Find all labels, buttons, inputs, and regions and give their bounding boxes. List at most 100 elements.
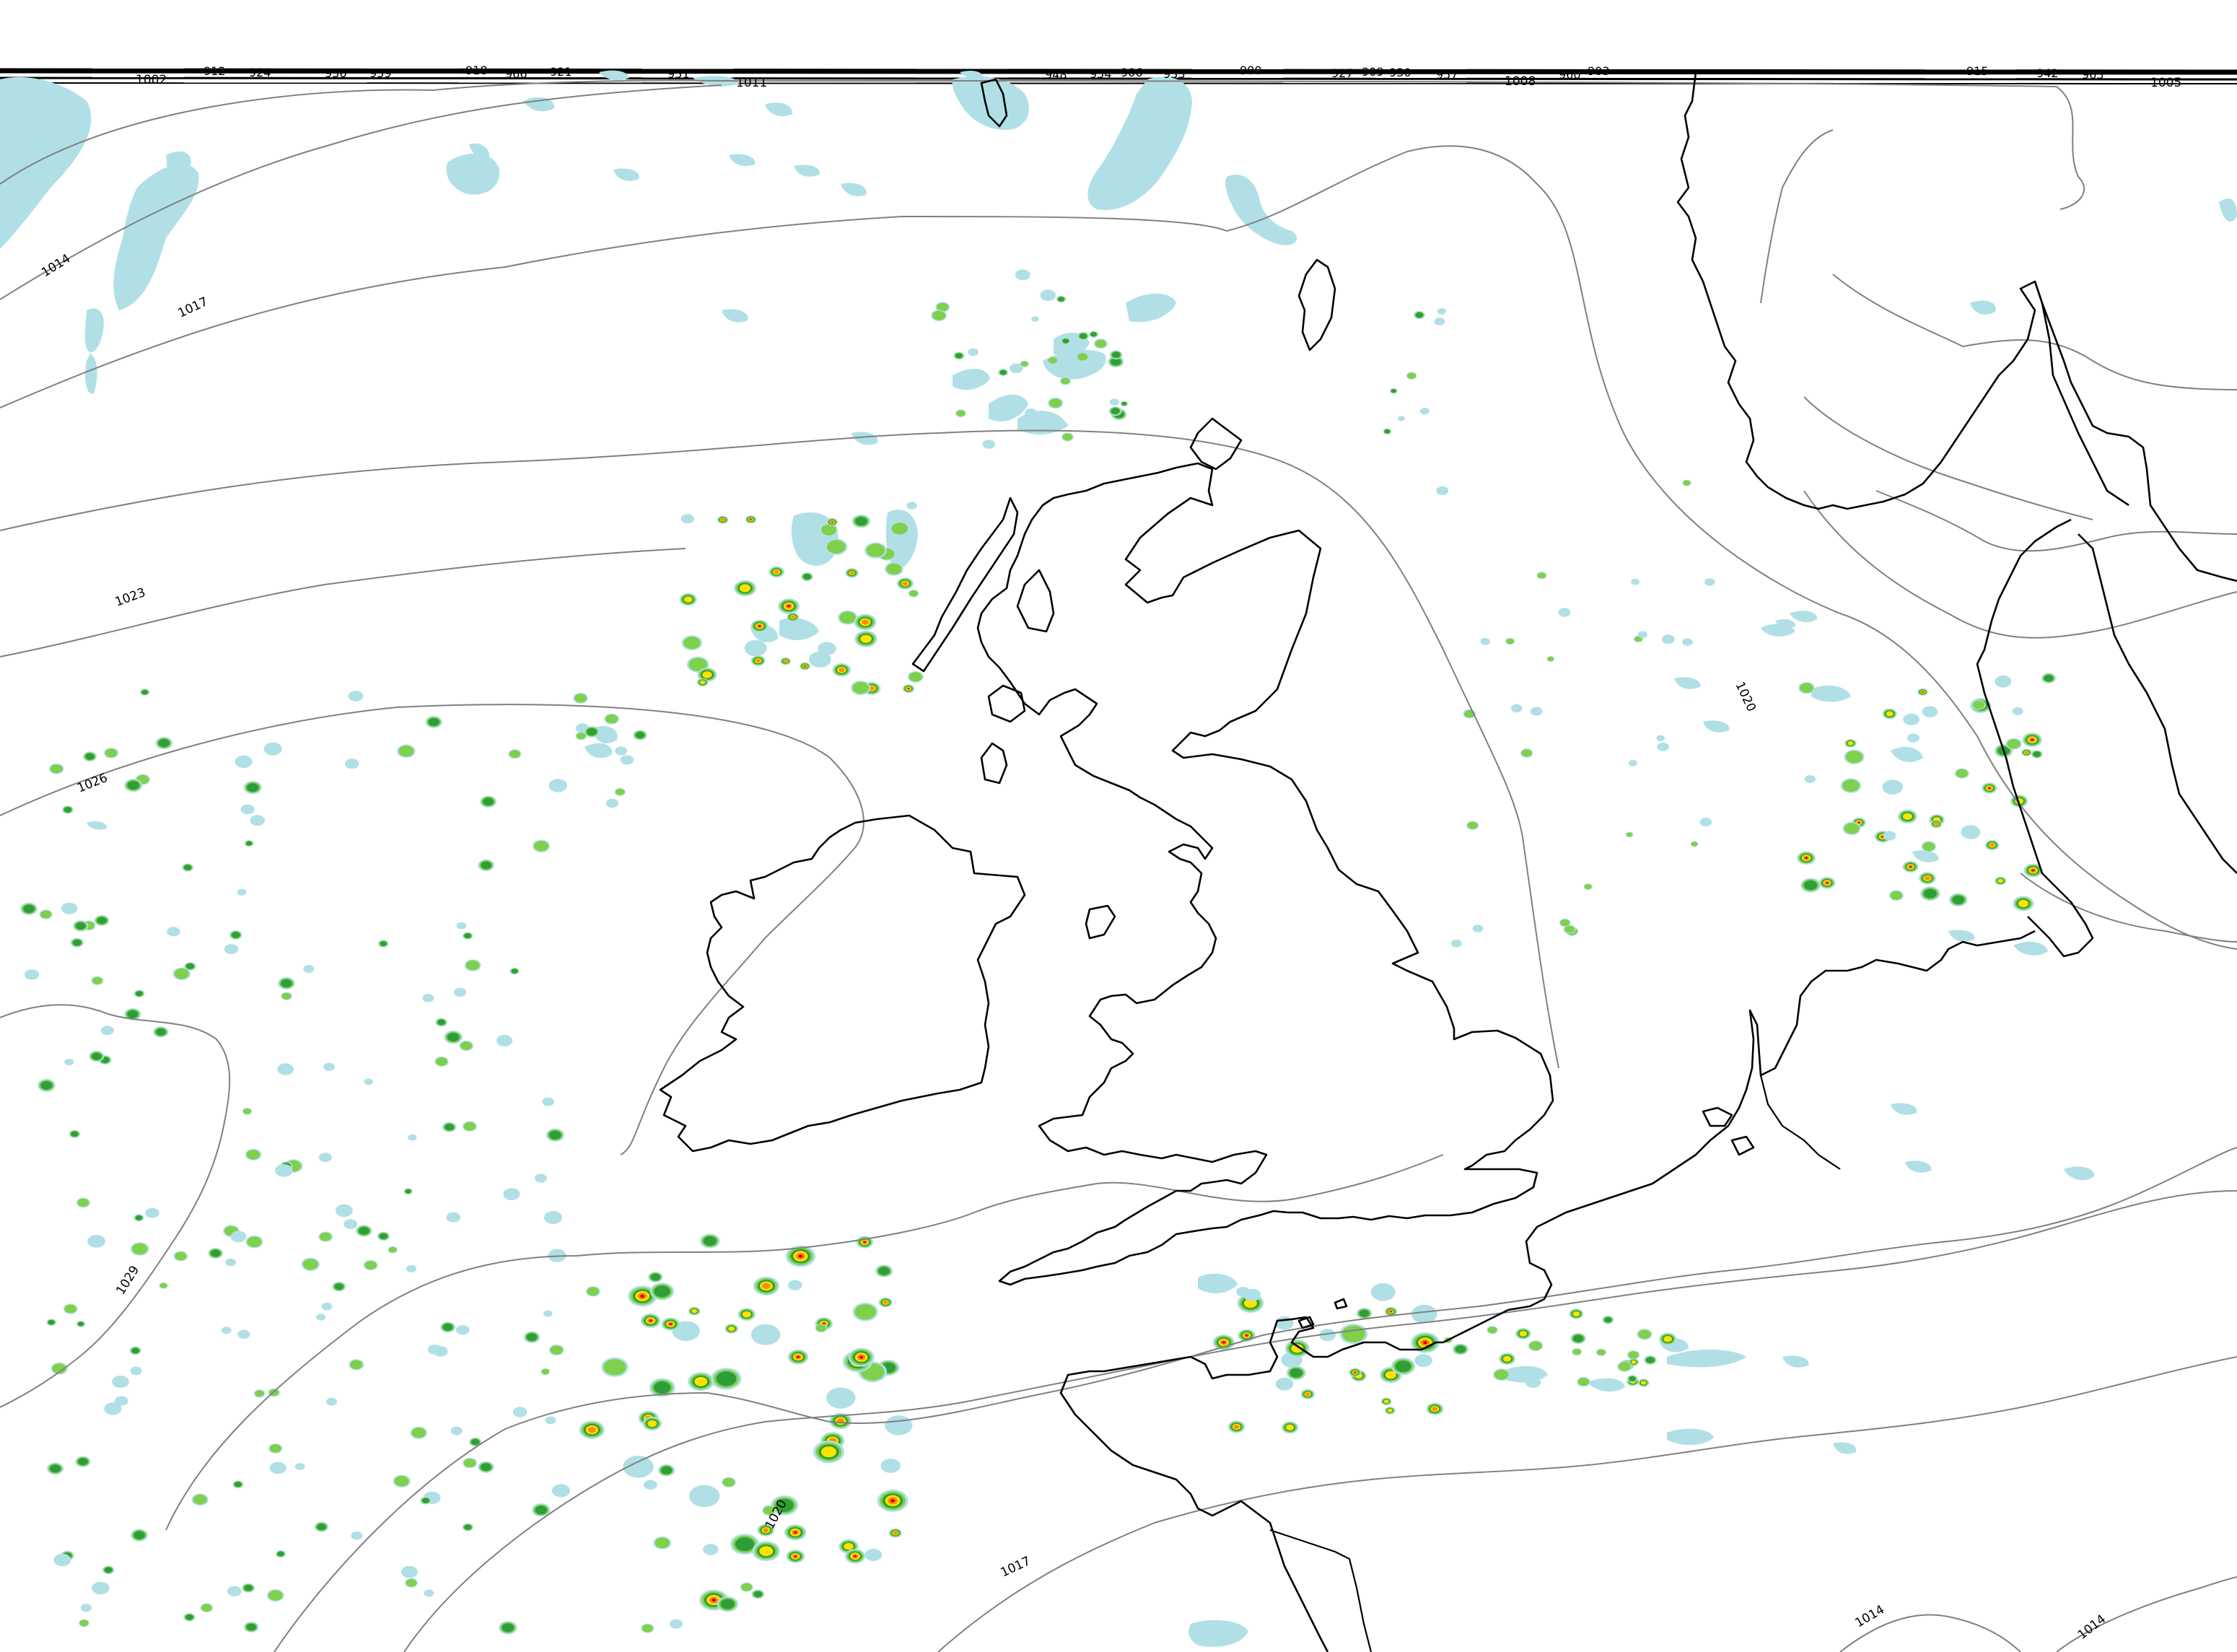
precipitation-cell <box>786 1550 805 1563</box>
precipitation-cell <box>801 572 813 582</box>
precipitation-cell <box>1800 878 1821 893</box>
precipitation-cell <box>813 1441 845 1464</box>
precipitation-cell <box>1797 851 1816 865</box>
precipitation-cell <box>1883 831 1896 841</box>
precipitation-cell <box>1902 861 1919 873</box>
precipitation-cell <box>499 1621 517 1635</box>
precipitation-cell <box>1472 925 1484 932</box>
precipitation-cell <box>463 1121 477 1132</box>
precipitation-cell <box>268 1443 283 1454</box>
top-band-label: 915 <box>1966 64 1989 78</box>
precipitation-cell <box>1510 704 1523 713</box>
precipitation-cell <box>1898 809 1917 823</box>
precipitation-cell <box>25 969 39 980</box>
precipitation-cell <box>102 1565 115 1575</box>
precipitation-cell <box>303 965 315 974</box>
precipitation-cell <box>584 726 600 738</box>
precipitation-cell <box>888 1528 902 1538</box>
precipitation-cell <box>688 1485 720 1508</box>
precipitation-cell <box>1917 688 1928 696</box>
weather-map: 1002 1011 1014 1017 1020 1023 1026 1029 … <box>0 0 2237 1652</box>
precipitation-cell <box>998 369 1009 376</box>
precipitation-cell <box>545 1416 556 1425</box>
precipitation-cell <box>2031 750 2043 759</box>
precipitation-cell <box>1370 1283 1396 1301</box>
precipitation-cell <box>83 751 97 761</box>
precipitation-cell <box>46 1319 56 1327</box>
precipitation-cell <box>679 593 697 606</box>
precipitation-cell <box>1411 1304 1437 1324</box>
isobar-label: 1008 <box>1505 74 1536 89</box>
precipitation-cell <box>1505 637 1515 645</box>
precipitation-cell <box>1595 1348 1606 1356</box>
precipitation-cell <box>605 798 619 808</box>
precipitation-cell <box>112 1376 129 1388</box>
precipitation-cell <box>826 517 839 527</box>
precipitation-cell <box>1274 1316 1294 1330</box>
precipitation-cell <box>182 863 193 872</box>
precipitation-cell <box>364 1078 373 1085</box>
precipitation-cell <box>455 1325 470 1335</box>
precipitation-cell <box>800 662 810 670</box>
precipitation-cell <box>62 805 74 814</box>
precipitation-cell <box>64 1058 74 1066</box>
precipitation-cell <box>1108 406 1122 416</box>
precipitation-cell <box>244 1622 259 1633</box>
precipitation-cell <box>1515 1328 1531 1339</box>
precipitation-cell <box>931 310 947 322</box>
precipitation-cell <box>464 959 481 971</box>
precipitation-cell <box>53 1553 71 1567</box>
precipitation-cell <box>173 1251 188 1262</box>
precipitation-cell <box>2005 738 2022 750</box>
precipitation-cell <box>778 598 800 614</box>
precipitation-cell <box>1450 939 1462 948</box>
precipitation-cell <box>224 944 239 955</box>
precipitation-cell <box>1844 749 1865 764</box>
precipitation-cell <box>1015 269 1030 281</box>
precipitation-cell <box>20 902 38 915</box>
precipitation-cell <box>1397 416 1405 421</box>
precipitation-cell <box>1930 819 1943 829</box>
precipitation-cell <box>1286 1365 1306 1381</box>
precipitation-cell <box>237 888 247 896</box>
top-band-label: 936 <box>325 66 347 80</box>
precipitation-cell <box>1031 316 1039 322</box>
precipitation-cell <box>1300 1389 1316 1399</box>
precipitation-cell <box>1569 1308 1584 1319</box>
precipitation-cell <box>788 1280 802 1290</box>
precipitation-cell <box>885 1415 913 1435</box>
precipitation-cell <box>1061 432 1074 442</box>
precipitation-cell <box>1047 357 1059 364</box>
precipitation-cell <box>1281 1421 1299 1434</box>
precipitation-cell <box>47 1462 64 1475</box>
precipitation-cell <box>832 663 852 677</box>
precipitation-cell <box>642 1416 662 1431</box>
precipitation-cell <box>787 1349 809 1365</box>
precipitation-cell <box>1682 479 1691 486</box>
precipitation-cell <box>70 938 84 948</box>
precipitation-cell <box>442 1122 457 1132</box>
precipitation-cell <box>388 1246 398 1254</box>
precipitation-cell <box>1480 637 1491 645</box>
precipitation-cell <box>235 755 253 769</box>
precipitation-cell <box>2012 707 2023 715</box>
precipitation-cell <box>649 1282 675 1301</box>
precipitation-cell <box>544 1211 562 1224</box>
precipitation-cell <box>815 1324 828 1333</box>
precipitation-cell <box>1961 825 1981 839</box>
precipitation-cell <box>1844 739 1857 748</box>
precipitation-cell <box>435 1018 447 1027</box>
precipitation-cell <box>397 744 416 758</box>
precipitation-cell <box>614 787 626 796</box>
precipitation-cell <box>1558 608 1571 617</box>
precipitation-cell <box>1572 1348 1582 1356</box>
top-band-label: 921 <box>550 65 572 79</box>
precipitation-cell <box>87 1235 105 1248</box>
isobar-label: 1002 <box>136 73 167 87</box>
precipitation-cell <box>848 1347 875 1367</box>
precipitation-cell <box>724 1324 738 1334</box>
precipitation-cell <box>159 1282 168 1289</box>
precipitation-cell <box>1559 918 1571 927</box>
precipitation-cell <box>245 1236 263 1249</box>
precipitation-cell <box>658 1464 675 1477</box>
